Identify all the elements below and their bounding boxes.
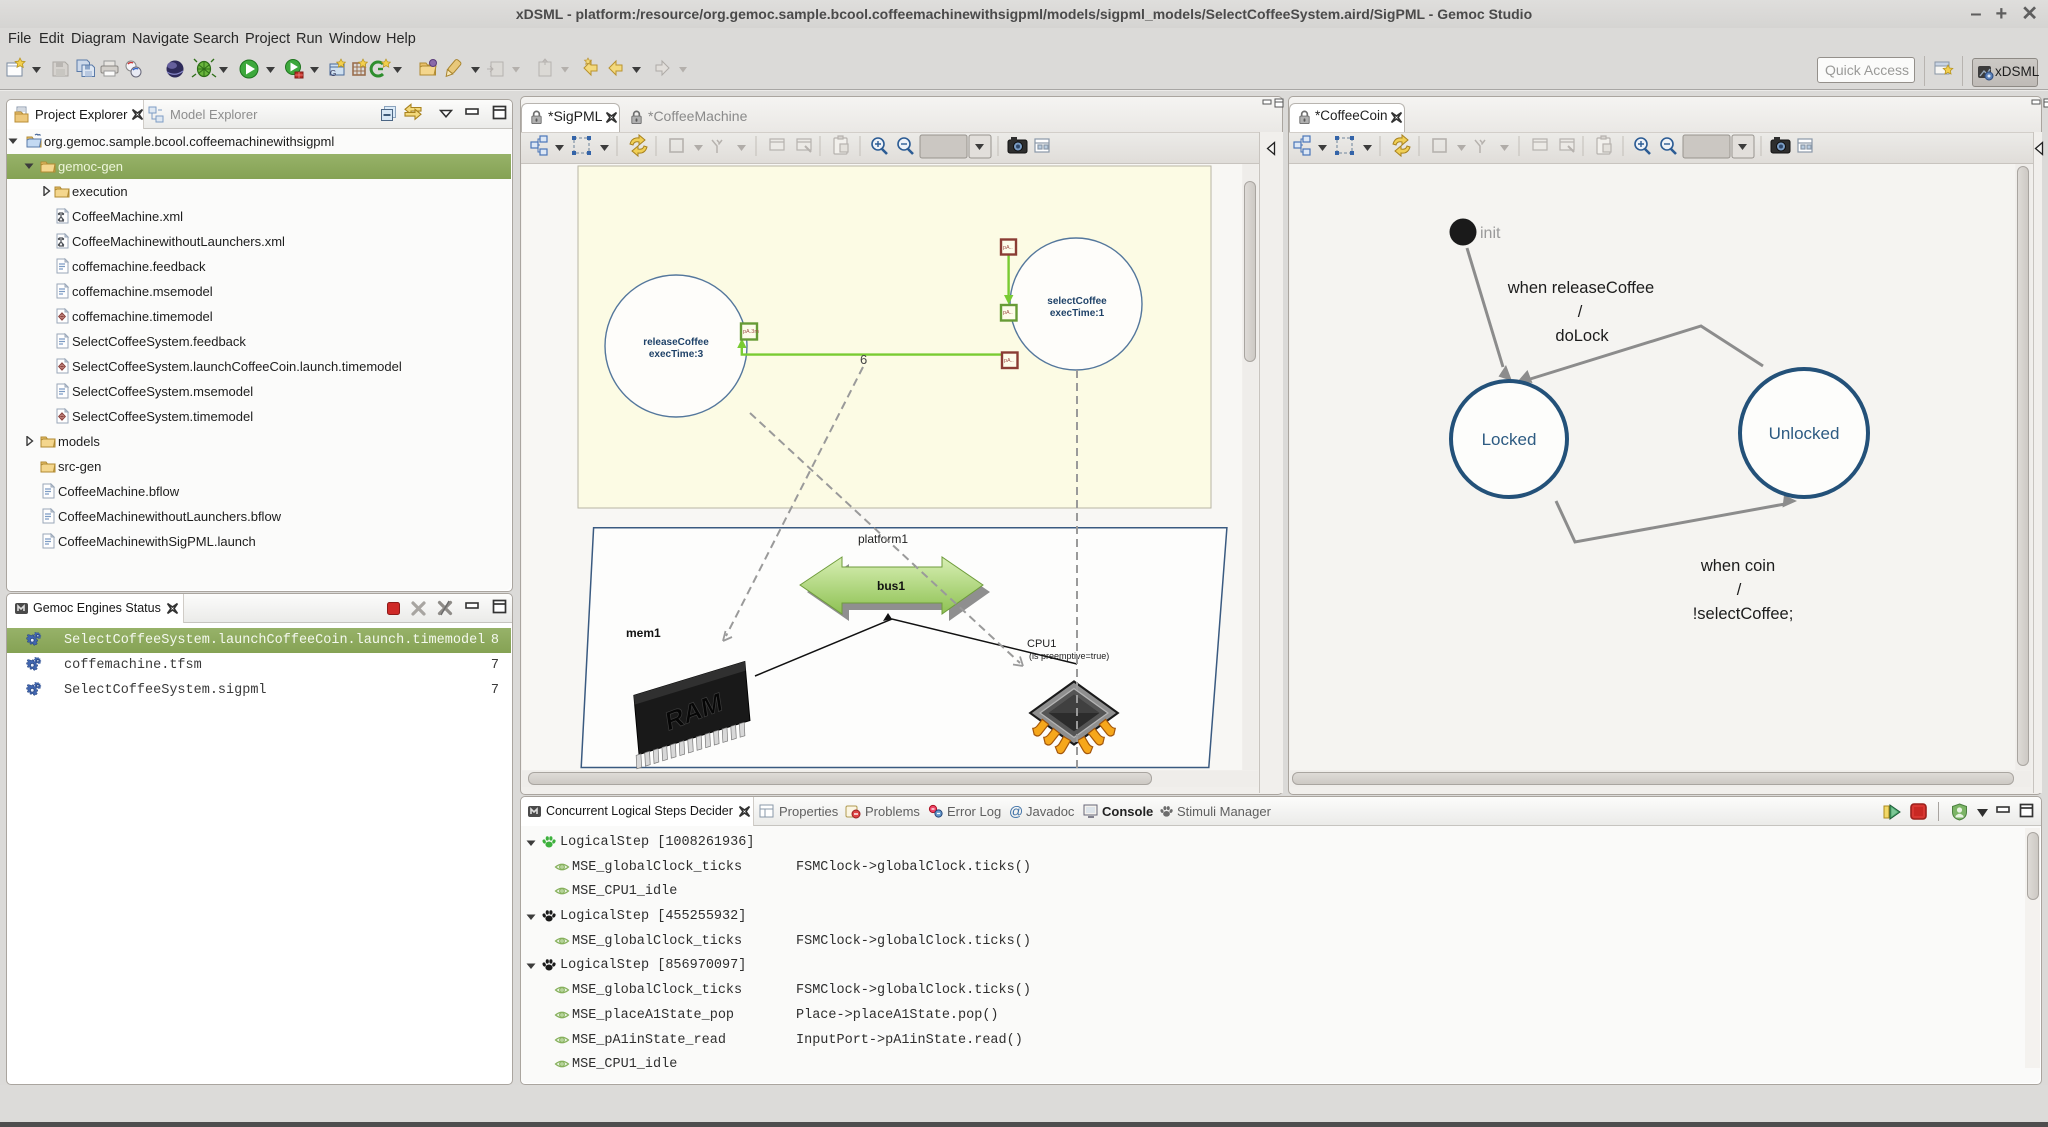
svg-text:G: G <box>330 69 336 78</box>
svg-text:mem1: mem1 <box>626 626 661 640</box>
svg-text:selectCoffee: selectCoffee <box>1047 296 1107 307</box>
svg-text:init: init <box>1480 225 1501 242</box>
svg-text:platform1: platform1 <box>858 532 908 546</box>
svg-text:Unlocked: Unlocked <box>1769 424 1840 443</box>
svg-text:bus1: bus1 <box>877 579 905 593</box>
svg-text:pA..: pA.. <box>1004 358 1014 364</box>
svg-text:pA..: pA.. <box>1003 310 1013 316</box>
svg-text:/: / <box>1578 303 1583 321</box>
svg-text:execTime:1: execTime:1 <box>1050 308 1105 319</box>
svg-text:pA.3m: pA.3m <box>743 329 759 335</box>
svg-text:pA..: pA.. <box>1003 245 1013 251</box>
svg-text:when releaseCoffee: when releaseCoffee <box>1507 279 1654 297</box>
svg-text:!selectCoffee;: !selectCoffee; <box>1693 605 1794 623</box>
svg-text:execTime:3: execTime:3 <box>649 349 704 360</box>
svg-text:Locked: Locked <box>1482 430 1537 449</box>
svg-text:doLock: doLock <box>1555 327 1609 345</box>
svg-text:/: / <box>1737 581 1742 599</box>
svg-text:releaseCoffee: releaseCoffee <box>643 337 709 348</box>
svg-text:CPU1: CPU1 <box>1027 638 1056 650</box>
svg-text:6: 6 <box>860 352 867 367</box>
svg-text:when coin: when coin <box>1700 557 1775 575</box>
